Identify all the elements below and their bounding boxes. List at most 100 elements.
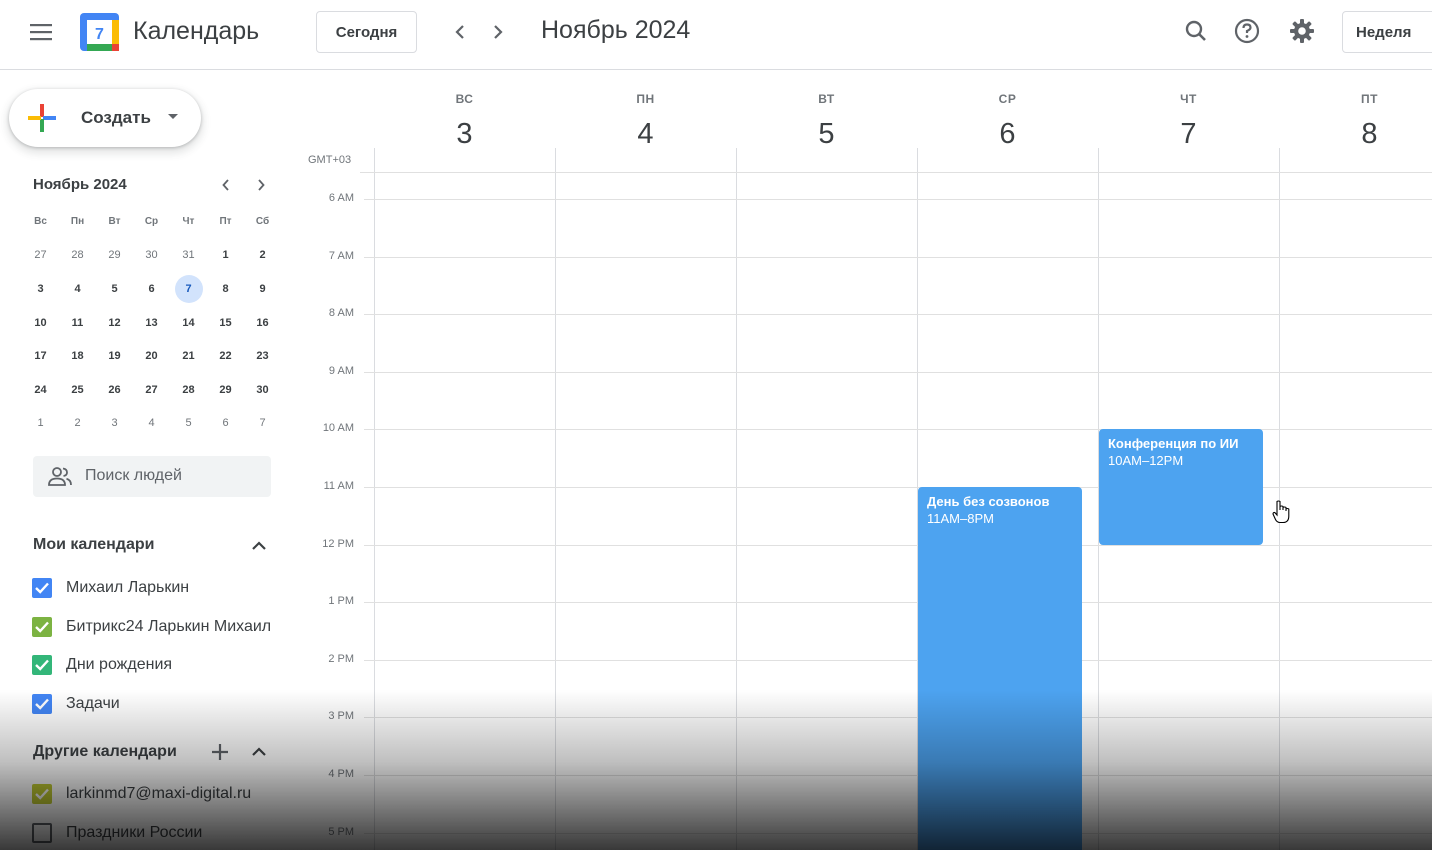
collapse-other-calendars-button[interactable] [247, 740, 271, 764]
mini-day-number: 5 [111, 282, 118, 295]
mini-day[interactable]: 28 [170, 373, 207, 407]
view-select-button[interactable]: Неделя [1342, 11, 1432, 53]
day-header[interactable]: СР 6 [917, 88, 1098, 151]
hamburger-menu-icon[interactable] [22, 14, 62, 50]
calendar-checkbox[interactable] [32, 655, 52, 675]
calendar-list-item[interactable]: larkinmd7@maxi-digital.ru [31, 778, 276, 812]
day-number[interactable]: 4 [555, 118, 736, 151]
mini-day-number: 30 [256, 383, 269, 396]
mini-day[interactable]: 1 [207, 239, 244, 273]
help-icon[interactable] [1230, 14, 1264, 48]
mini-day[interactable]: 11 [59, 306, 96, 340]
calendar-list-item[interactable]: Задачи [31, 688, 276, 722]
mini-day[interactable]: 28 [59, 239, 96, 273]
create-button[interactable]: Создать [9, 89, 201, 147]
mini-day[interactable]: 4 [59, 272, 96, 306]
mini-day[interactable]: 6 [207, 407, 244, 441]
calendar-checkbox[interactable] [32, 784, 52, 804]
mini-day-number: 2 [74, 417, 81, 430]
day-number[interactable]: 3 [374, 118, 555, 151]
today-button[interactable]: Сегодня [316, 11, 417, 53]
mini-day[interactable]: 26 [96, 373, 133, 407]
chevron-left-icon [222, 179, 229, 191]
mini-day[interactable]: 25 [59, 373, 96, 407]
mini-day[interactable]: 9 [244, 272, 281, 306]
calendar-list-item[interactable]: Битрикс24 Ларькин Михаил [31, 611, 276, 645]
mini-day[interactable]: 29 [207, 373, 244, 407]
calendar-checkbox[interactable] [32, 822, 52, 843]
calendar-event[interactable]: Конференция по ИИ 10AM–12PM [1099, 429, 1263, 545]
mini-day[interactable]: 29 [96, 239, 133, 273]
day-header[interactable]: ВТ 5 [736, 88, 917, 151]
calendar-logo-icon[interactable]: 7 [80, 13, 119, 51]
calendar-list-item[interactable]: Дни рождения [31, 649, 276, 683]
people-search-input[interactable]: Поиск людей [33, 456, 271, 497]
mini-day[interactable]: 30 [133, 239, 170, 273]
day-number[interactable]: 7 [1098, 118, 1279, 151]
day-number[interactable]: 8 [1279, 118, 1432, 151]
hour-line [364, 429, 1432, 430]
mini-day[interactable]: 4 [133, 407, 170, 441]
day-header[interactable]: ПН 4 [555, 88, 736, 151]
mini-day[interactable]: 23 [244, 339, 281, 373]
mini-day[interactable]: 5 [96, 272, 133, 306]
gear-icon[interactable] [1285, 14, 1319, 48]
mini-day[interactable]: 2 [59, 407, 96, 441]
day-header[interactable]: ВС 3 [374, 88, 555, 151]
mini-day[interactable]: 13 [133, 306, 170, 340]
calendar-checkbox[interactable] [32, 578, 52, 598]
mini-day-number: 2 [259, 249, 266, 262]
mini-day[interactable]: 5 [170, 407, 207, 441]
collapse-my-calendars-button[interactable] [247, 534, 271, 558]
mini-day[interactable]: 16 [244, 306, 281, 340]
mini-day[interactable]: 7 [244, 407, 281, 441]
prev-week-button[interactable] [445, 16, 475, 48]
hour-label: 5 PM [328, 826, 354, 838]
day-header[interactable]: ПТ 8 [1279, 88, 1432, 151]
mini-day[interactable]: 17 [22, 339, 59, 373]
mini-day[interactable]: 24 [22, 373, 59, 407]
mini-day[interactable]: 2 [244, 239, 281, 273]
mini-day[interactable]: 27 [22, 239, 59, 273]
mini-day-number: 12 [108, 316, 121, 329]
mini-day[interactable]: 31 [170, 239, 207, 273]
mini-day[interactable]: 18 [59, 339, 96, 373]
calendar-label: Дни рождения [66, 656, 173, 673]
mini-day[interactable]: 1 [22, 407, 59, 441]
calendar-list-item[interactable]: Праздники России [31, 817, 276, 850]
mini-day[interactable]: 6 [133, 272, 170, 306]
mini-prev-month-button[interactable] [214, 173, 238, 197]
mini-day[interactable]: 27 [133, 373, 170, 407]
mini-day-number: 25 [71, 383, 84, 396]
mini-day[interactable]: 12 [96, 306, 133, 340]
mini-day[interactable]: 21 [170, 339, 207, 373]
search-icon[interactable] [1179, 14, 1213, 48]
mini-day[interactable]: 8 [207, 272, 244, 306]
calendar-checkbox[interactable] [32, 693, 52, 714]
day-number[interactable]: 6 [917, 118, 1098, 151]
mini-day[interactable]: 30 [244, 373, 281, 407]
mini-day[interactable]: 10 [22, 306, 59, 340]
mini-day[interactable]: 15 [207, 306, 244, 340]
mini-day[interactable]: 3 [96, 407, 133, 441]
day-number[interactable]: 5 [736, 118, 917, 151]
calendar-list-item[interactable]: Михаил Ларькин [31, 572, 276, 606]
mini-day[interactable]: 22 [207, 339, 244, 373]
mini-day-number: 24 [34, 383, 47, 396]
mini-day[interactable]: 19 [96, 339, 133, 373]
mini-weekday: Ср [144, 216, 159, 228]
mini-day-number: 11 [71, 316, 84, 329]
mini-day-number: 29 [219, 383, 232, 396]
day-header[interactable]: ЧТ 7 [1098, 88, 1279, 151]
mini-next-month-button[interactable] [249, 173, 273, 197]
mini-day[interactable]: 7 [170, 272, 207, 306]
mini-day[interactable]: 3 [22, 272, 59, 306]
mini-day-number: 19 [108, 350, 121, 363]
calendar-event[interactable]: День без созвонов 11AM–8PM [918, 487, 1082, 850]
calendar-checkbox[interactable] [32, 616, 52, 637]
mini-day[interactable]: 14 [170, 306, 207, 340]
add-calendar-button[interactable] [208, 740, 232, 764]
mini-day[interactable]: 20 [133, 339, 170, 373]
mini-day-number: 18 [71, 350, 84, 363]
next-week-button[interactable] [483, 16, 513, 48]
